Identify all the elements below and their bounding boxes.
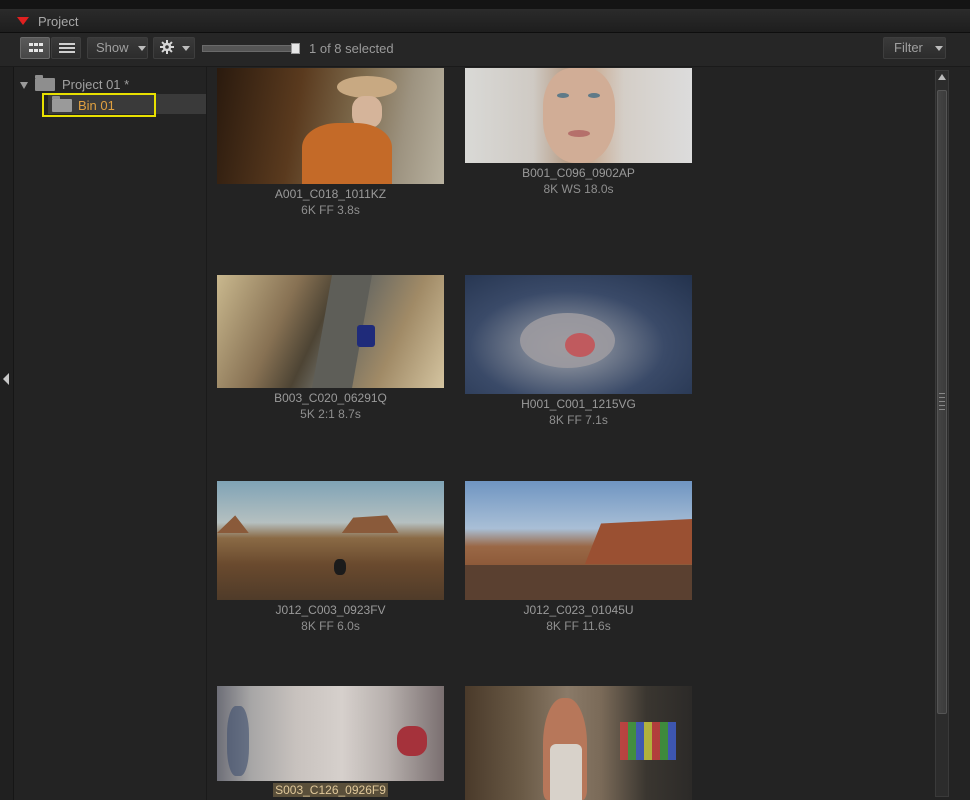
clip-thumbnail[interactable] <box>217 481 444 600</box>
tree-item-label: Project 01 * <box>62 77 130 92</box>
clip-thumbnail[interactable] <box>217 275 444 388</box>
filter-dropdown[interactable]: Filter <box>883 37 946 59</box>
scrollbar-grip-icon <box>939 393 945 411</box>
grid-view-icon <box>29 43 43 52</box>
collapse-left-arrow-icon[interactable] <box>3 373 9 385</box>
clip-meta: 5K 2:1 8.7s <box>300 407 361 421</box>
list-view-button[interactable] <box>51 37 81 59</box>
zoom-slider-handle[interactable] <box>291 43 300 54</box>
selected-clip-name: S003_C126_0926F9 <box>273 783 388 797</box>
clip-meta: 8K FF 6.0s <box>301 619 360 633</box>
clip-meta: 6K FF 3.8s <box>301 203 360 217</box>
clip-meta: 8K WS 18.0s <box>543 182 614 196</box>
grid-view-button[interactable] <box>20 37 50 59</box>
window-top-strip <box>0 0 970 10</box>
clip-name: J012_C023_01045U <box>523 603 634 617</box>
clip-meta: 8K FF 7.1s <box>549 413 608 427</box>
chevron-down-icon <box>934 46 943 52</box>
show-label: Show <box>96 40 129 55</box>
settings-dropdown[interactable] <box>153 37 195 59</box>
left-collapse-strip[interactable] <box>0 67 14 800</box>
clip-meta: 8K FF 11.6s <box>546 619 611 633</box>
clip-name: B003_C020_06291Q <box>274 391 387 405</box>
clip-thumbnail[interactable] <box>465 686 692 800</box>
chevron-down-icon <box>181 46 190 52</box>
selection-outline <box>42 93 156 117</box>
panel-title: Project <box>38 14 79 29</box>
panel-titlebar[interactable]: Project <box>0 10 970 33</box>
show-dropdown[interactable]: Show <box>87 37 148 59</box>
expand-triangle-icon[interactable] <box>20 82 28 89</box>
clip-name: H001_C001_1215VG <box>521 397 636 411</box>
clip-name: S003_C126_0926F9 <box>217 783 444 797</box>
thumbnail-zoom-slider[interactable] <box>202 45 300 52</box>
list-view-icon <box>59 43 75 53</box>
folder-icon <box>35 75 55 91</box>
clip-thumbnail[interactable] <box>465 481 692 600</box>
tree-item-project[interactable]: Project 01 * <box>14 74 206 94</box>
filter-label: Filter <box>894 40 923 55</box>
clip-thumbnail[interactable] <box>217 686 444 781</box>
clip-thumbnail[interactable] <box>465 68 692 163</box>
scroll-up-arrow-icon[interactable] <box>938 74 946 80</box>
clip-grid: A001_C018_1011KZ 6K FF 3.8s B001_C096_09… <box>207 67 932 800</box>
clip-thumbnail[interactable] <box>217 68 444 184</box>
clip-thumbnail[interactable] <box>465 275 692 394</box>
selection-count: 1 of 8 selected <box>309 41 394 56</box>
clip-name: B001_C096_0902AP <box>522 166 635 180</box>
clip-name: J012_C003_0923FV <box>275 603 386 617</box>
project-tree: Project 01 * Bin 01 <box>14 67 207 800</box>
chevron-down-icon <box>138 46 147 52</box>
collapse-triangle-icon[interactable] <box>17 17 29 25</box>
clip-name: A001_C018_1011KZ <box>274 187 387 201</box>
gear-icon <box>160 40 174 55</box>
